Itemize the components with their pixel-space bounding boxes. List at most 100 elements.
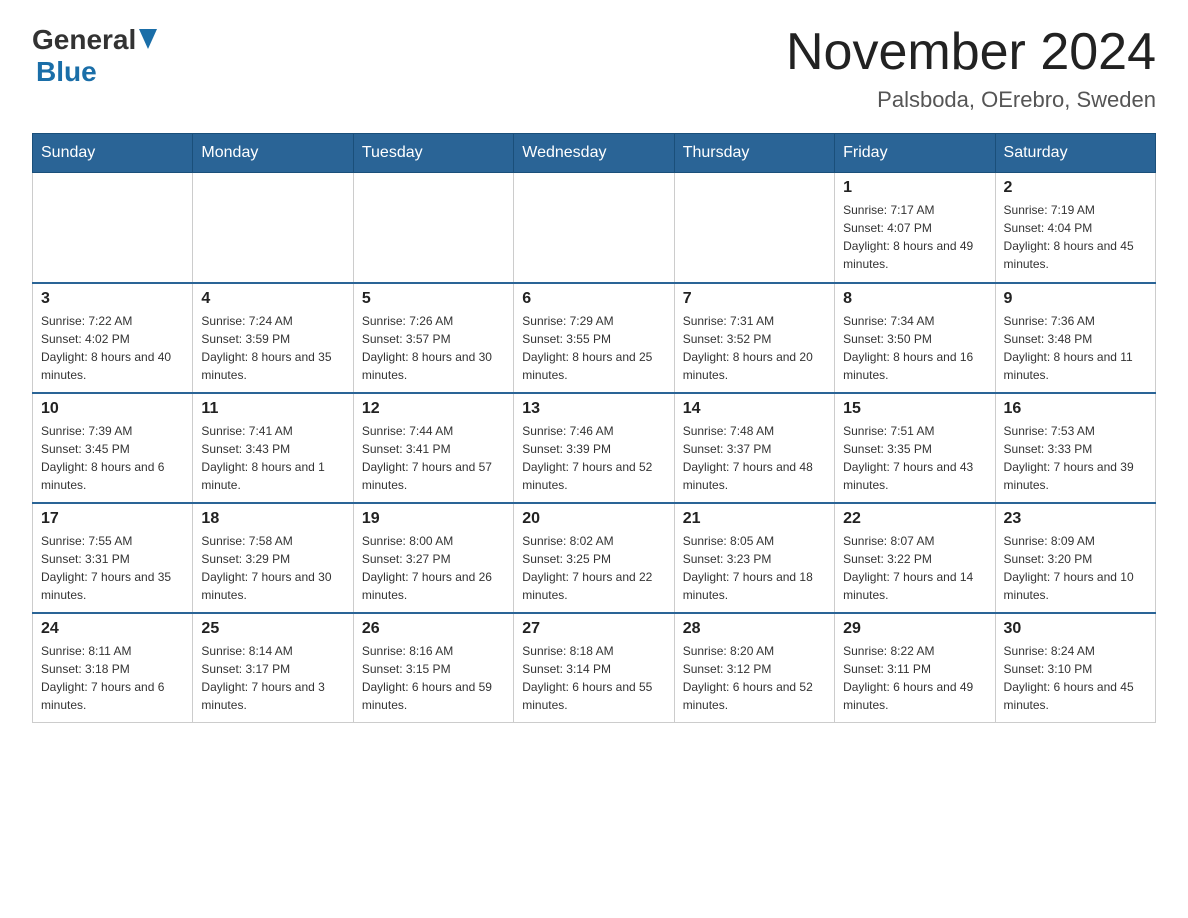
day-number: 17 (41, 510, 184, 528)
day-info: Sunrise: 8:16 AMSunset: 3:15 PMDaylight:… (362, 642, 505, 714)
calendar-cell-w5-d3: 26Sunrise: 8:16 AMSunset: 3:15 PMDayligh… (353, 613, 513, 723)
day-info: Sunrise: 7:55 AMSunset: 3:31 PMDaylight:… (41, 532, 184, 604)
logo-area: General Blue (32, 24, 157, 88)
header-monday: Monday (193, 134, 353, 173)
day-number: 6 (522, 290, 665, 308)
day-info: Sunrise: 7:48 AMSunset: 3:37 PMDaylight:… (683, 422, 826, 494)
day-number: 27 (522, 620, 665, 638)
header-wednesday: Wednesday (514, 134, 674, 173)
calendar-cell-w1-d2 (193, 173, 353, 283)
day-number: 9 (1004, 290, 1147, 308)
header-tuesday: Tuesday (353, 134, 513, 173)
day-number: 15 (843, 400, 986, 418)
calendar-cell-w3-d7: 16 Sunrise: 7:53 AMSunset: 3:33 PMDayligh… (995, 393, 1155, 503)
day-number: 12 (362, 400, 505, 418)
location-subtitle: Palsboda, OErebro, Sweden (786, 87, 1156, 113)
day-info: Sunrise: 7:34 AMSunset: 3:50 PMDaylight:… (843, 312, 986, 384)
header-saturday: Saturday (995, 134, 1155, 173)
calendar-cell-w1-d5 (674, 173, 834, 283)
calendar-cell-w4-d7: 23 Sunrise: 8:09 AMSunset: 3:20 PMDayligh… (995, 503, 1155, 613)
logo: General (32, 24, 157, 56)
day-number: 10 (41, 400, 184, 418)
calendar-cell-w1-d4 (514, 173, 674, 283)
day-number: 1 (843, 179, 986, 197)
day-info: Sunrise: 7:44 AMSunset: 3:41 PMDaylight:… (362, 422, 505, 494)
day-number: 28 (683, 620, 826, 638)
day-info: Sunrise: 8:14 AMSunset: 3:17 PMDaylight:… (201, 642, 344, 714)
calendar-cell-w3-d5: 14 Sunrise: 7:48 AMSunset: 3:37 PMDayligh… (674, 393, 834, 503)
day-number: 8 (843, 290, 986, 308)
calendar-cell-w2-d7: 9Sunrise: 7:36 AMSunset: 3:48 PMDaylight… (995, 283, 1155, 393)
day-info: Sunrise: 8:20 AMSunset: 3:12 PMDaylight:… (683, 642, 826, 714)
calendar-table: Sunday Monday Tuesday Wednesday Thursday… (32, 133, 1156, 723)
day-info: Sunrise: 7:24 AMSunset: 3:59 PMDaylight:… (201, 312, 344, 384)
day-number: 13 (522, 400, 665, 418)
page-header: General Blue November 2024 Palsboda, OEr… (32, 24, 1156, 113)
calendar-cell-w1-d7: 2Sunrise: 7:19 AMSunset: 4:04 PMDaylight… (995, 173, 1155, 283)
calendar-cell-w5-d2: 25 Sunrise: 8:14 AMSunset: 3:17 PMDayligh… (193, 613, 353, 723)
logo-blue-text: Blue (36, 56, 97, 87)
day-number: 16 (1004, 400, 1147, 418)
calendar-cell-w2-d4: 6 Sunrise: 7:29 AMSunset: 3:55 PMDaylight… (514, 283, 674, 393)
day-number: 21 (683, 510, 826, 528)
day-number: 14 (683, 400, 826, 418)
day-number: 3 (41, 290, 184, 308)
calendar-cell-w1-d6: 1Sunrise: 7:17 AMSunset: 4:07 PMDaylight… (835, 173, 995, 283)
day-number: 18 (201, 510, 344, 528)
calendar-cell-w3-d1: 10Sunrise: 7:39 AMSunset: 3:45 PMDayligh… (33, 393, 193, 503)
logo-general-text: General (32, 24, 136, 56)
day-info: Sunrise: 7:51 AMSunset: 3:35 PMDaylight:… (843, 422, 986, 494)
weekday-header-row: Sunday Monday Tuesday Wednesday Thursday… (33, 134, 1156, 173)
day-info: Sunrise: 7:46 AMSunset: 3:39 PMDaylight:… (522, 422, 665, 494)
day-number: 5 (362, 290, 505, 308)
day-number: 25 (201, 620, 344, 638)
header-sunday: Sunday (33, 134, 193, 173)
calendar-cell-w1-d1 (33, 173, 193, 283)
calendar-cell-w2-d3: 5Sunrise: 7:26 AMSunset: 3:57 PMDaylight… (353, 283, 513, 393)
logo-arrow-icon (139, 29, 157, 49)
calendar-cell-w2-d1: 3 Sunrise: 7:22 AMSunset: 4:02 PMDaylight… (33, 283, 193, 393)
calendar-cell-w4-d5: 21 Sunrise: 8:05 AMSunset: 3:23 PMDayligh… (674, 503, 834, 613)
calendar-cell-w4-d6: 22Sunrise: 8:07 AMSunset: 3:22 PMDayligh… (835, 503, 995, 613)
day-info: Sunrise: 7:29 AMSunset: 3:55 PMDaylight:… (522, 312, 665, 384)
calendar-week-3: 10Sunrise: 7:39 AMSunset: 3:45 PMDayligh… (33, 393, 1156, 503)
day-info: Sunrise: 8:02 AMSunset: 3:25 PMDaylight:… (522, 532, 665, 604)
day-number: 19 (362, 510, 505, 528)
day-number: 11 (201, 400, 344, 418)
day-info: Sunrise: 7:22 AMSunset: 4:02 PMDaylight:… (41, 312, 184, 384)
calendar-cell-w2-d2: 4 Sunrise: 7:24 AMSunset: 3:59 PMDaylight… (193, 283, 353, 393)
day-number: 7 (683, 290, 826, 308)
calendar-cell-w2-d5: 7Sunrise: 7:31 AMSunset: 3:52 PMDaylight… (674, 283, 834, 393)
day-info: Sunrise: 8:22 AMSunset: 3:11 PMDaylight:… (843, 642, 986, 714)
calendar-week-5: 24 Sunrise: 8:11 AMSunset: 3:18 PMDayligh… (33, 613, 1156, 723)
day-number: 30 (1004, 620, 1147, 638)
day-info: Sunrise: 8:05 AMSunset: 3:23 PMDaylight:… (683, 532, 826, 604)
calendar-week-2: 3 Sunrise: 7:22 AMSunset: 4:02 PMDaylight… (33, 283, 1156, 393)
day-info: Sunrise: 7:53 AMSunset: 3:33 PMDaylight:… (1004, 422, 1147, 494)
calendar-cell-w5-d7: 30 Sunrise: 8:24 AMSunset: 3:10 PMDayligh… (995, 613, 1155, 723)
day-number: 24 (41, 620, 184, 638)
header-friday: Friday (835, 134, 995, 173)
month-title: November 2024 (786, 24, 1156, 81)
calendar-cell-w2-d6: 8 Sunrise: 7:34 AMSunset: 3:50 PMDaylight… (835, 283, 995, 393)
calendar-cell-w3-d2: 11Sunrise: 7:41 AMSunset: 3:43 PMDayligh… (193, 393, 353, 503)
calendar-cell-w5-d5: 28 Sunrise: 8:20 AMSunset: 3:12 PMDayligh… (674, 613, 834, 723)
calendar-cell-w3-d3: 12 Sunrise: 7:44 AMSunset: 3:41 PMDayligh… (353, 393, 513, 503)
day-number: 29 (843, 620, 986, 638)
day-info: Sunrise: 8:11 AMSunset: 3:18 PMDaylight:… (41, 642, 184, 714)
day-info: Sunrise: 7:19 AMSunset: 4:04 PMDaylight:… (1004, 201, 1147, 273)
calendar-cell-w4-d2: 18Sunrise: 7:58 AMSunset: 3:29 PMDayligh… (193, 503, 353, 613)
day-info: Sunrise: 8:18 AMSunset: 3:14 PMDaylight:… (522, 642, 665, 714)
day-info: Sunrise: 8:24 AMSunset: 3:10 PMDaylight:… (1004, 642, 1147, 714)
day-number: 23 (1004, 510, 1147, 528)
calendar-cell-w3-d6: 15 Sunrise: 7:51 AMSunset: 3:35 PMDayligh… (835, 393, 995, 503)
day-number: 20 (522, 510, 665, 528)
day-info: Sunrise: 8:09 AMSunset: 3:20 PMDaylight:… (1004, 532, 1147, 604)
calendar-cell-w1-d3 (353, 173, 513, 283)
day-number: 4 (201, 290, 344, 308)
calendar-cell-w5-d4: 27 Sunrise: 8:18 AMSunset: 3:14 PMDayligh… (514, 613, 674, 723)
title-area: November 2024 Palsboda, OErebro, Sweden (786, 24, 1156, 113)
calendar-cell-w4-d1: 17 Sunrise: 7:55 AMSunset: 3:31 PMDayligh… (33, 503, 193, 613)
header-thursday: Thursday (674, 134, 834, 173)
calendar-cell-w5-d1: 24 Sunrise: 8:11 AMSunset: 3:18 PMDayligh… (33, 613, 193, 723)
